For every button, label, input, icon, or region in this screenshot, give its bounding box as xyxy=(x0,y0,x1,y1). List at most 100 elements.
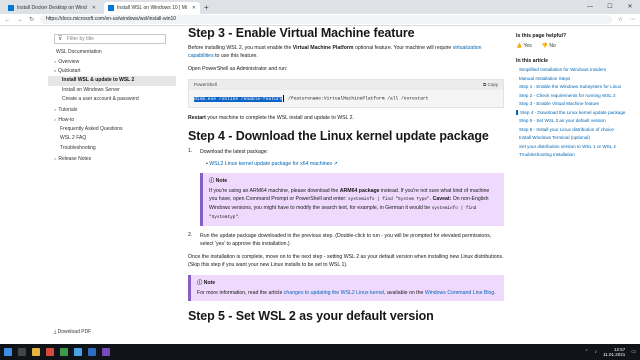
toc-link[interactable]: Step 6 - Install your Linux distribution… xyxy=(516,127,636,133)
kernel-package-bullet: • WSL2 Linux kernel update package for x… xyxy=(200,160,504,168)
nav-item-install-windows-server[interactable]: Install on Windows Server xyxy=(48,86,176,96)
app-icon[interactable] xyxy=(88,348,96,356)
window-controls: — ☐ ✕ xyxy=(580,0,640,14)
nav-item-label: WSL 2 FAQ xyxy=(60,135,87,142)
text: , available on the xyxy=(384,290,425,296)
chevron-down-icon: v xyxy=(54,68,56,74)
yes-button[interactable]: 👍 Yes xyxy=(516,43,532,49)
nav-item-quickstart[interactable]: v Quickstart xyxy=(48,66,176,76)
file-explorer-icon[interactable] xyxy=(32,348,40,356)
note-arm64: ⓘ Note If you're using an ARM64 machine,… xyxy=(200,173,504,226)
browser-tab-bar: Install Docker Desktop on Wind ✕ Install… xyxy=(0,0,640,14)
browser-tab-docker[interactable]: Install Docker Desktop on Wind ✕ xyxy=(4,2,100,14)
download-pdf-link[interactable]: ⤓ Download PDF xyxy=(54,329,91,335)
toc-link-current[interactable]: Step 4 - Download the Linux kernel updat… xyxy=(516,109,636,115)
forward-arrow-icon[interactable]: → xyxy=(16,17,23,23)
close-window-icon[interactable]: ✕ xyxy=(620,0,640,14)
text: . xyxy=(237,214,240,220)
nav-item-label: Quickstart xyxy=(58,68,81,75)
menu-dots-icon[interactable]: ⋯ xyxy=(629,16,636,23)
notifications-icon[interactable]: ▭ xyxy=(631,349,636,355)
toc-link[interactable]: Simplified Installation for Windows Insi… xyxy=(516,67,636,73)
star-icon[interactable]: ☆ xyxy=(617,16,624,23)
arm64-link[interactable]: ARM64 package xyxy=(340,188,380,194)
microsoft-favicon-icon xyxy=(108,5,114,11)
reload-icon[interactable]: ↻ xyxy=(28,16,35,23)
text: For more information, read the article xyxy=(197,290,284,296)
filter-input[interactable]: ⊽ Filter by title xyxy=(54,34,166,44)
app-icon[interactable] xyxy=(46,348,54,356)
text-bold: Caveat: xyxy=(432,196,452,202)
toc-link[interactable]: Step 5 - Set WSL 2 as your default versi… xyxy=(516,118,636,124)
text: your machine to complete the WSL install… xyxy=(205,115,355,121)
toc-link[interactable]: Manual Installation Steps xyxy=(516,76,636,82)
minimize-icon[interactable]: — xyxy=(580,0,600,14)
feedback-buttons: 👍 Yes 👎 No xyxy=(516,43,636,49)
note-label: Note xyxy=(203,280,216,286)
tab-title: Install Docker Desktop on Wind xyxy=(17,5,87,11)
maximize-icon[interactable]: ☐ xyxy=(600,0,620,14)
inline-code: systeminfo | find "System Type" xyxy=(348,197,430,202)
app-icon[interactable] xyxy=(60,348,68,356)
nav-item-tutorials[interactable]: > Tutorials xyxy=(48,105,176,115)
clock[interactable]: 12:57 11.01.2021 xyxy=(603,347,625,357)
app-icon[interactable] xyxy=(102,348,110,356)
step5-heading: Step 5 - Set WSL 2 as your default versi… xyxy=(188,309,434,323)
clock-date: 11.01.2021 xyxy=(603,352,626,357)
helpful-title: Is this page helpful? xyxy=(516,33,567,39)
nav-item-label: Overview xyxy=(58,58,80,65)
nav-item-wsl-documentation[interactable]: WSL Documentation xyxy=(48,47,176,57)
nav-item-wsl2-faq[interactable]: WSL 2 FAQ xyxy=(48,134,176,144)
kernel-changes-link[interactable]: changes to updating the WSL2 Linux kerne… xyxy=(284,290,384,296)
left-navigation: ⊽ Filter by title WSL Documentation > Ove… xyxy=(48,26,176,344)
kernel-package-link[interactable]: WSL2 Linux kernel update package for x64… xyxy=(209,161,332,167)
code-text[interactable]: dism.exe /online /enable-feature /featur… xyxy=(189,90,503,107)
nav-item-create-user[interactable]: Create a user account & password xyxy=(48,95,176,105)
code-rest: /featurename:VirtualMachinePlatform /all… xyxy=(285,96,429,102)
item-text: Download the latest package: xyxy=(200,149,269,155)
nav-item-label: How-to xyxy=(58,116,75,123)
new-tab-button[interactable]: + xyxy=(204,2,209,14)
copy-button[interactable]: ⧉ Copy xyxy=(483,80,498,90)
toc-link[interactable]: Step 3 - Enable Virtual Machine feature xyxy=(516,101,636,107)
back-arrow-icon[interactable]: ← xyxy=(4,17,11,23)
toc-link[interactable]: Set your distribution version to WSL 1 o… xyxy=(516,144,636,150)
step3-paragraph: Before installing WSL 2, you must enable… xyxy=(188,44,504,60)
text: Before installing WSL 2, you must enable… xyxy=(188,45,293,51)
toc-link[interactable]: Step 2 - Check requirements for running … xyxy=(516,93,636,99)
powershell-code-block: PowerShell ⧉ Copy dism.exe /online /enab… xyxy=(188,79,504,108)
nav-item-troubleshooting[interactable]: Troubleshooting xyxy=(48,144,176,154)
windows-start-icon[interactable] xyxy=(4,348,12,356)
nav-item-label: Frequently Asked Questions xyxy=(60,125,123,132)
nav-item-label: WSL Documentation xyxy=(56,49,102,55)
filter-placeholder: Filter by title xyxy=(67,36,94,42)
toc-link[interactable]: Step 1 - Enable the Windows Subsystem fo… xyxy=(516,84,636,90)
toc-link[interactable]: Troubleshooting installation xyxy=(516,152,636,158)
nav-item-overview[interactable]: > Overview xyxy=(48,57,176,67)
item-number: 1. xyxy=(188,148,193,154)
note-text: For more information, read the article c… xyxy=(197,289,498,297)
volume-icon[interactable]: ♪ xyxy=(595,349,598,355)
chrome-icon[interactable] xyxy=(74,348,82,356)
toc-link[interactable]: Install Windows Terminal (optional) xyxy=(516,135,636,141)
close-tab-icon[interactable]: ✕ xyxy=(92,5,96,11)
nav-item-how-to[interactable]: > How-to xyxy=(48,115,176,125)
blog-link[interactable]: Windows Command Line Blog xyxy=(425,290,495,296)
browser-tab-wsl[interactable]: Install WSL on Windows 10 | Mi ✕ xyxy=(104,2,200,14)
article-content: Step 3 - Enable Virtual Machine feature … xyxy=(188,26,504,344)
nav-item-faq[interactable]: Frequently Asked Questions xyxy=(48,125,176,135)
code-language-label: PowerShell xyxy=(194,82,217,87)
windows-taskbar: ⌃ ♪ 12:57 11.01.2021 ▭ xyxy=(0,344,640,360)
network-icon[interactable]: ⌃ xyxy=(584,349,588,355)
search-icon[interactable] xyxy=(18,348,26,356)
no-button[interactable]: 👎 No xyxy=(542,43,556,49)
close-tab-icon[interactable]: ✕ xyxy=(192,5,196,11)
chevron-right-icon: > xyxy=(54,116,57,122)
nav-item-label: Tutorials xyxy=(58,107,78,114)
nav-item-release-notes[interactable]: > Release Notes xyxy=(48,154,176,164)
text: If you're using an ARM64 machine, please… xyxy=(209,188,340,194)
nav-item-install-wsl[interactable]: Install WSL & update to WSL 2 xyxy=(48,76,176,86)
url-field[interactable]: https://docs.microsoft.com/en-us/windows… xyxy=(40,15,612,24)
note-title: ⓘ Note xyxy=(209,177,498,184)
item-number: 2. xyxy=(188,232,193,238)
